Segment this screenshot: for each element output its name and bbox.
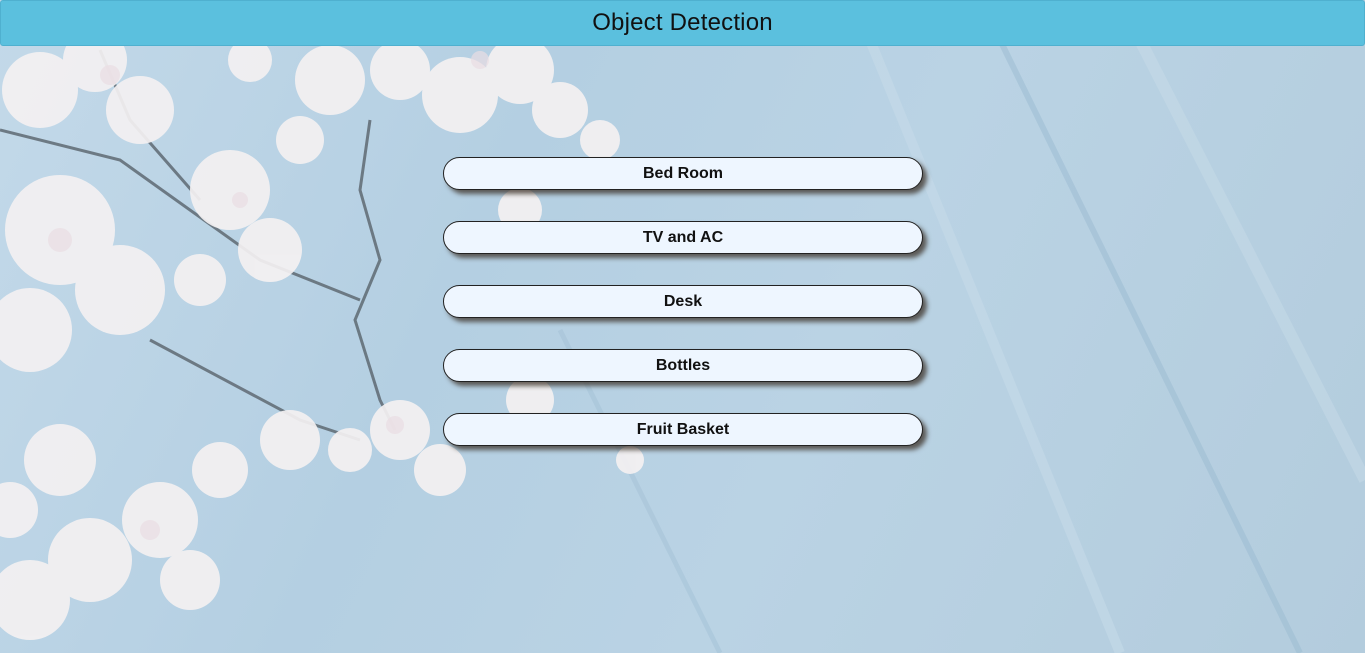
page-header: Object Detection: [0, 0, 1365, 46]
object-category-menu: Bed Room TV and AC Desk Bottles Fruit Ba…: [443, 157, 923, 477]
tv-and-ac-button[interactable]: TV and AC: [443, 221, 923, 254]
page-title: Object Detection: [592, 9, 773, 36]
bottles-button[interactable]: Bottles: [443, 349, 923, 382]
bed-room-button[interactable]: Bed Room: [443, 157, 923, 190]
fruit-basket-button[interactable]: Fruit Basket: [443, 413, 923, 446]
desk-button[interactable]: Desk: [443, 285, 923, 318]
